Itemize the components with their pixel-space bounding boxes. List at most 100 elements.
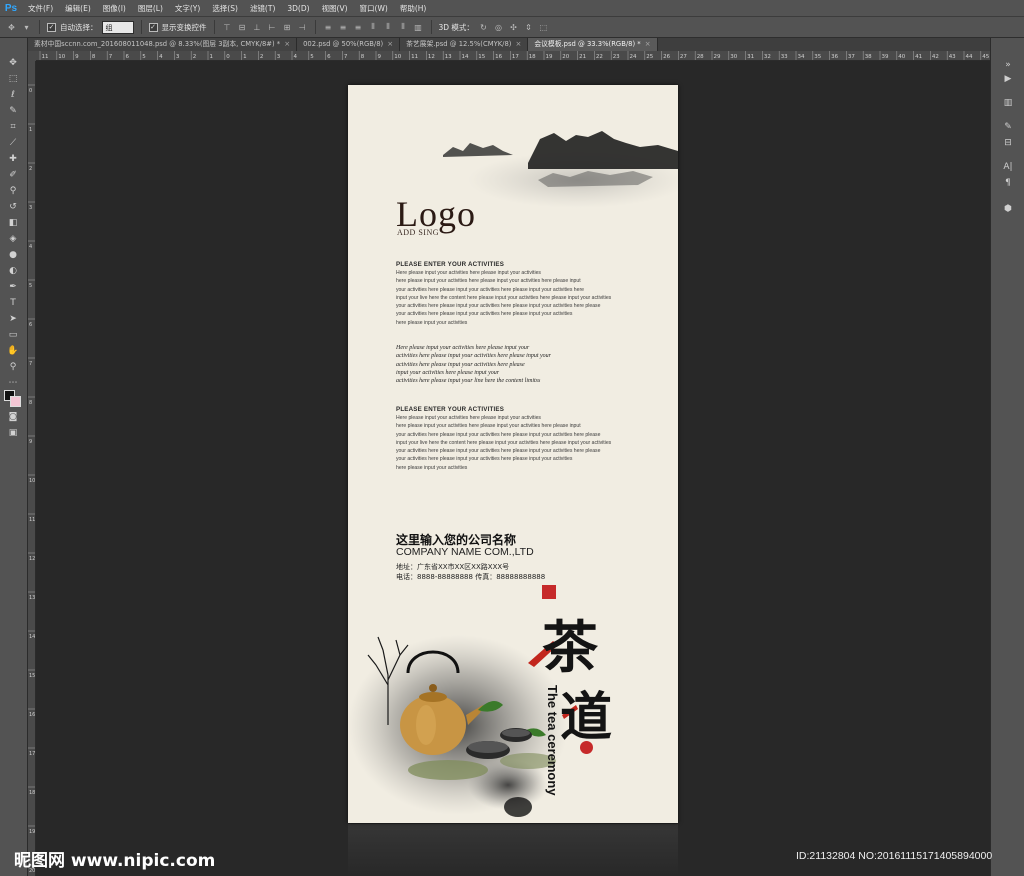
menu-type[interactable]: 文字(Y): [169, 0, 206, 17]
close-icon[interactable]: ×: [645, 38, 651, 51]
document-tab[interactable]: 茶艺展架.psd @ 12.5%(CMYK/8) ×: [400, 38, 529, 51]
clone-stamp-tool-icon[interactable]: ⚲: [4, 184, 22, 198]
path-select-tool-icon[interactable]: ➤: [4, 312, 22, 326]
zoom-tool-icon[interactable]: ⚲: [4, 360, 22, 374]
distribute-right-icon[interactable]: ⦀: [398, 22, 409, 33]
menu-view[interactable]: 视图(V): [316, 0, 354, 17]
align-vcenter-icon[interactable]: ⊟: [237, 22, 248, 33]
align-hcenter-icon[interactable]: ⊞: [282, 22, 293, 33]
align-bottom-icon[interactable]: ⊥: [252, 22, 263, 33]
mountain-ink: [443, 131, 678, 208]
quick-select-tool-icon[interactable]: ✎: [4, 104, 22, 118]
ruler-tick-label: 7: [344, 54, 348, 60]
document-canvas[interactable]: Logo ADD SING PLEASE ENTER YOUR ACTIVITI…: [348, 85, 678, 823]
marquee-tool-icon[interactable]: ⬚: [4, 72, 22, 86]
title-english-vertical: The tea ceremony: [545, 685, 560, 796]
shape-tool-icon[interactable]: ▭: [4, 328, 22, 342]
distribute-top-icon[interactable]: ≡: [323, 22, 334, 33]
document-tab[interactable]: 002.psd @ 50%(RGB/8) ×: [297, 38, 401, 51]
3d-roll-icon[interactable]: ◎: [493, 22, 504, 33]
ruler-tick-label: 44: [966, 54, 973, 60]
histogram-icon[interactable]: ▥: [1000, 96, 1016, 110]
activities-section-1: PLEASE ENTER YOUR ACTIVITIES Here please…: [396, 261, 611, 327]
document-tab-active[interactable]: 会议模板.psd @ 33.3%(RGB/8) * ×: [528, 38, 658, 51]
body-line: your activities here please input your a…: [396, 456, 573, 463]
auto-select-checkbox[interactable]: ✓: [47, 22, 56, 32]
align-right-icon[interactable]: ⊣: [297, 22, 308, 33]
distribute-hcenter-icon[interactable]: ⦀: [383, 22, 394, 33]
history-brush-tool-icon[interactable]: ↺: [4, 200, 22, 214]
ruler-tick-label: 5: [29, 283, 32, 289]
eyedropper-tool-icon[interactable]: ⟋: [4, 136, 22, 150]
menu-filter[interactable]: 滤镜(T): [244, 0, 281, 17]
menu-help[interactable]: 帮助(H): [394, 0, 433, 17]
auto-select-dropdown[interactable]: 组: [101, 20, 134, 34]
menu-window[interactable]: 窗口(W): [354, 0, 394, 17]
close-icon[interactable]: ×: [515, 38, 521, 51]
3d-slide-icon[interactable]: ⇕: [523, 22, 534, 33]
menu-edit[interactable]: 编辑(E): [59, 0, 97, 17]
paint-bucket-tool-icon[interactable]: ◈: [4, 232, 22, 246]
play-icon[interactable]: ▶: [1000, 72, 1016, 86]
crop-tool-icon[interactable]: ⌗: [4, 120, 22, 134]
move-tool-icon[interactable]: ✥: [4, 56, 22, 70]
3d-cube-icon[interactable]: ⬢: [1000, 202, 1016, 216]
3d-scale-icon[interactable]: ⬚: [538, 22, 549, 33]
ruler-tick-label: 10: [58, 54, 65, 60]
align-left-icon[interactable]: ⊢: [267, 22, 278, 33]
ruler-tick-label: 17: [29, 751, 35, 757]
ruler-tick-label: 8: [92, 54, 96, 60]
document-tab[interactable]: 素材中国sccnn.com_201608011048.psd @ 8.33%(图…: [28, 38, 298, 51]
move-tool-icon[interactable]: ✥: [6, 22, 17, 33]
watermark-left: 昵图网 www.nipic.com: [14, 851, 216, 871]
quick-mask-icon[interactable]: ◙: [4, 410, 22, 424]
hand-tool-icon[interactable]: ✋: [4, 344, 22, 358]
align-top-icon[interactable]: ⊤: [222, 22, 233, 33]
menu-3d[interactable]: 3D(D): [281, 0, 315, 17]
document-reflection: [348, 824, 678, 876]
horizontal-ruler[interactable]: 11 10 9 8 7 6 5 4 3 2 1 0 1 2 3 4 5 6 7 8 9 10 11 12 13 14 15 16 17 1…: [36, 51, 990, 61]
pen-tool-icon[interactable]: ✒: [4, 280, 22, 294]
blur-tool-icon[interactable]: ●: [4, 248, 22, 262]
show-transform-checkbox[interactable]: ✓: [148, 22, 158, 32]
collapse-panels-icon[interactable]: »: [1000, 58, 1016, 72]
screen-mode-icon[interactable]: ▣: [4, 426, 22, 440]
dodge-tool-icon[interactable]: ◐: [4, 264, 22, 278]
3d-rotate-icon[interactable]: ↻: [478, 22, 489, 33]
lasso-tool-icon[interactable]: ℓ: [4, 88, 22, 102]
ruler-tick-label: 22: [596, 54, 603, 60]
auto-align-icon[interactable]: ▥: [413, 22, 424, 33]
menu-image[interactable]: 图像(I): [97, 0, 132, 17]
close-icon[interactable]: ×: [284, 38, 290, 51]
adjustments-icon[interactable]: ⊟: [1000, 136, 1016, 150]
brush-presets-icon[interactable]: ✎: [1000, 120, 1016, 134]
close-icon[interactable]: ×: [387, 38, 393, 51]
menu-select[interactable]: 选择(S): [206, 0, 244, 17]
background-color-swatch[interactable]: [10, 396, 21, 407]
section-heading: PLEASE ENTER YOUR ACTIVITIES: [396, 261, 505, 268]
brush-tool-icon[interactable]: ✐: [4, 168, 22, 182]
distribute-vcenter-icon[interactable]: ≡: [338, 22, 349, 33]
ruler-tick-label: 32: [764, 54, 771, 60]
vertical-ruler[interactable]: 0 1 2 3 4 5 6 7 8 9 10 11 12 13 14 15 16 17 18 19 20: [28, 61, 36, 876]
more-tools-icon[interactable]: ⋯: [4, 376, 22, 390]
healing-tool-icon[interactable]: ✚: [4, 152, 22, 166]
ruler-origin[interactable]: [28, 51, 36, 61]
chevron-down-icon[interactable]: ▾: [21, 22, 32, 33]
paragraph-icon[interactable]: ¶: [1000, 176, 1016, 190]
ruler-tick-label: 8: [29, 400, 32, 406]
auto-select-label: 自动选择：: [60, 22, 98, 32]
type-tool-icon[interactable]: T: [4, 296, 22, 310]
ruler-tick-label: 11: [411, 54, 418, 60]
menu-layer[interactable]: 图层(L): [132, 0, 169, 17]
ruler-tick-label: 18: [29, 790, 35, 796]
distribute-bottom-icon[interactable]: ≡: [353, 22, 364, 33]
3d-pan-icon[interactable]: ✣: [508, 22, 519, 33]
ruler-tick-label: 1: [29, 127, 32, 133]
script-text-block: Here please input your activities here p…: [396, 344, 551, 385]
distribute-left-icon[interactable]: ⦀: [368, 22, 379, 33]
menu-file[interactable]: 文件(F): [22, 0, 59, 17]
ruler-tick-label: 34: [798, 54, 805, 60]
eraser-tool-icon[interactable]: ◧: [4, 216, 22, 230]
character-icon[interactable]: A|: [1000, 160, 1016, 174]
